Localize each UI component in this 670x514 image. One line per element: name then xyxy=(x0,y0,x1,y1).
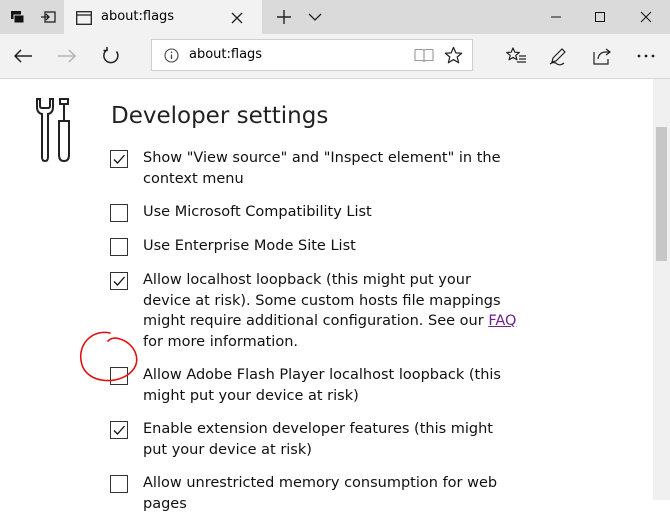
title-bar: about:flags xyxy=(0,0,670,34)
close-tab-icon[interactable] xyxy=(230,10,244,29)
web-note-pen-icon[interactable] xyxy=(543,34,573,78)
checkbox-unrestricted-memory[interactable] xyxy=(110,475,128,493)
navigation-bar: about:flags xyxy=(0,34,670,79)
vertical-scrollbar[interactable] xyxy=(653,79,670,500)
red-circle-annotation xyxy=(79,331,138,382)
back-icon[interactable] xyxy=(6,34,40,78)
page-content: Developer settings Show "View source" an… xyxy=(0,79,653,512)
setting-label: Use Microsoft Compatibility List xyxy=(143,204,372,220)
tab-about-flags[interactable]: about:flags xyxy=(64,0,262,34)
checkbox-enterprise-mode[interactable] xyxy=(110,238,128,256)
new-tab-icon[interactable] xyxy=(272,0,296,34)
info-icon[interactable] xyxy=(164,48,179,67)
checkbox-extension-developer[interactable] xyxy=(110,421,128,439)
reading-view-icon[interactable] xyxy=(414,48,434,67)
scrollbar-thumb[interactable] xyxy=(656,127,667,261)
setting-label: Show "View source" and "Inspect element"… xyxy=(143,150,501,187)
setting-label: Allow unrestricted memory consumption fo… xyxy=(143,475,498,512)
favorite-star-icon[interactable] xyxy=(444,46,463,69)
setting-label: Use Enterprise Mode Site List xyxy=(143,238,356,254)
address-bar[interactable]: about:flags xyxy=(151,39,473,71)
url-text[interactable]: about:flags xyxy=(189,47,262,62)
setting-label: Allow Adobe Flash Player localhost loopb… xyxy=(143,367,501,404)
minimize-icon[interactable] xyxy=(534,0,578,34)
page-icon xyxy=(76,10,92,29)
setting-text-before-link: Allow localhost loopback (this might put… xyxy=(143,272,501,329)
hub-favorites-icon[interactable] xyxy=(501,34,531,78)
page-title: Developer settings xyxy=(111,103,329,129)
maximize-icon[interactable] xyxy=(578,0,622,34)
set-aside-tabs-icon[interactable] xyxy=(34,0,62,34)
tab-manager-icon[interactable] xyxy=(4,0,32,34)
faq-link[interactable]: FAQ xyxy=(488,313,516,329)
close-window-icon[interactable] xyxy=(624,0,668,34)
checkbox-view-source[interactable] xyxy=(110,150,128,168)
forward-icon[interactable] xyxy=(50,34,84,78)
tab-title: about:flags xyxy=(101,9,175,24)
tab-preview-chevron-icon[interactable] xyxy=(303,0,327,34)
refresh-icon[interactable] xyxy=(94,34,128,78)
checkbox-localhost-loopback[interactable] xyxy=(110,272,128,290)
setting-label: Allow localhost loopback (this might put… xyxy=(143,270,518,352)
setting-label: Enable extension developer features (thi… xyxy=(143,421,493,458)
more-actions-icon[interactable] xyxy=(628,34,664,78)
setting-text-after-link: for more information. xyxy=(143,333,299,350)
checkbox-compatibility-list[interactable] xyxy=(110,204,128,222)
share-icon[interactable] xyxy=(588,34,618,78)
developer-tools-icon xyxy=(33,97,73,169)
